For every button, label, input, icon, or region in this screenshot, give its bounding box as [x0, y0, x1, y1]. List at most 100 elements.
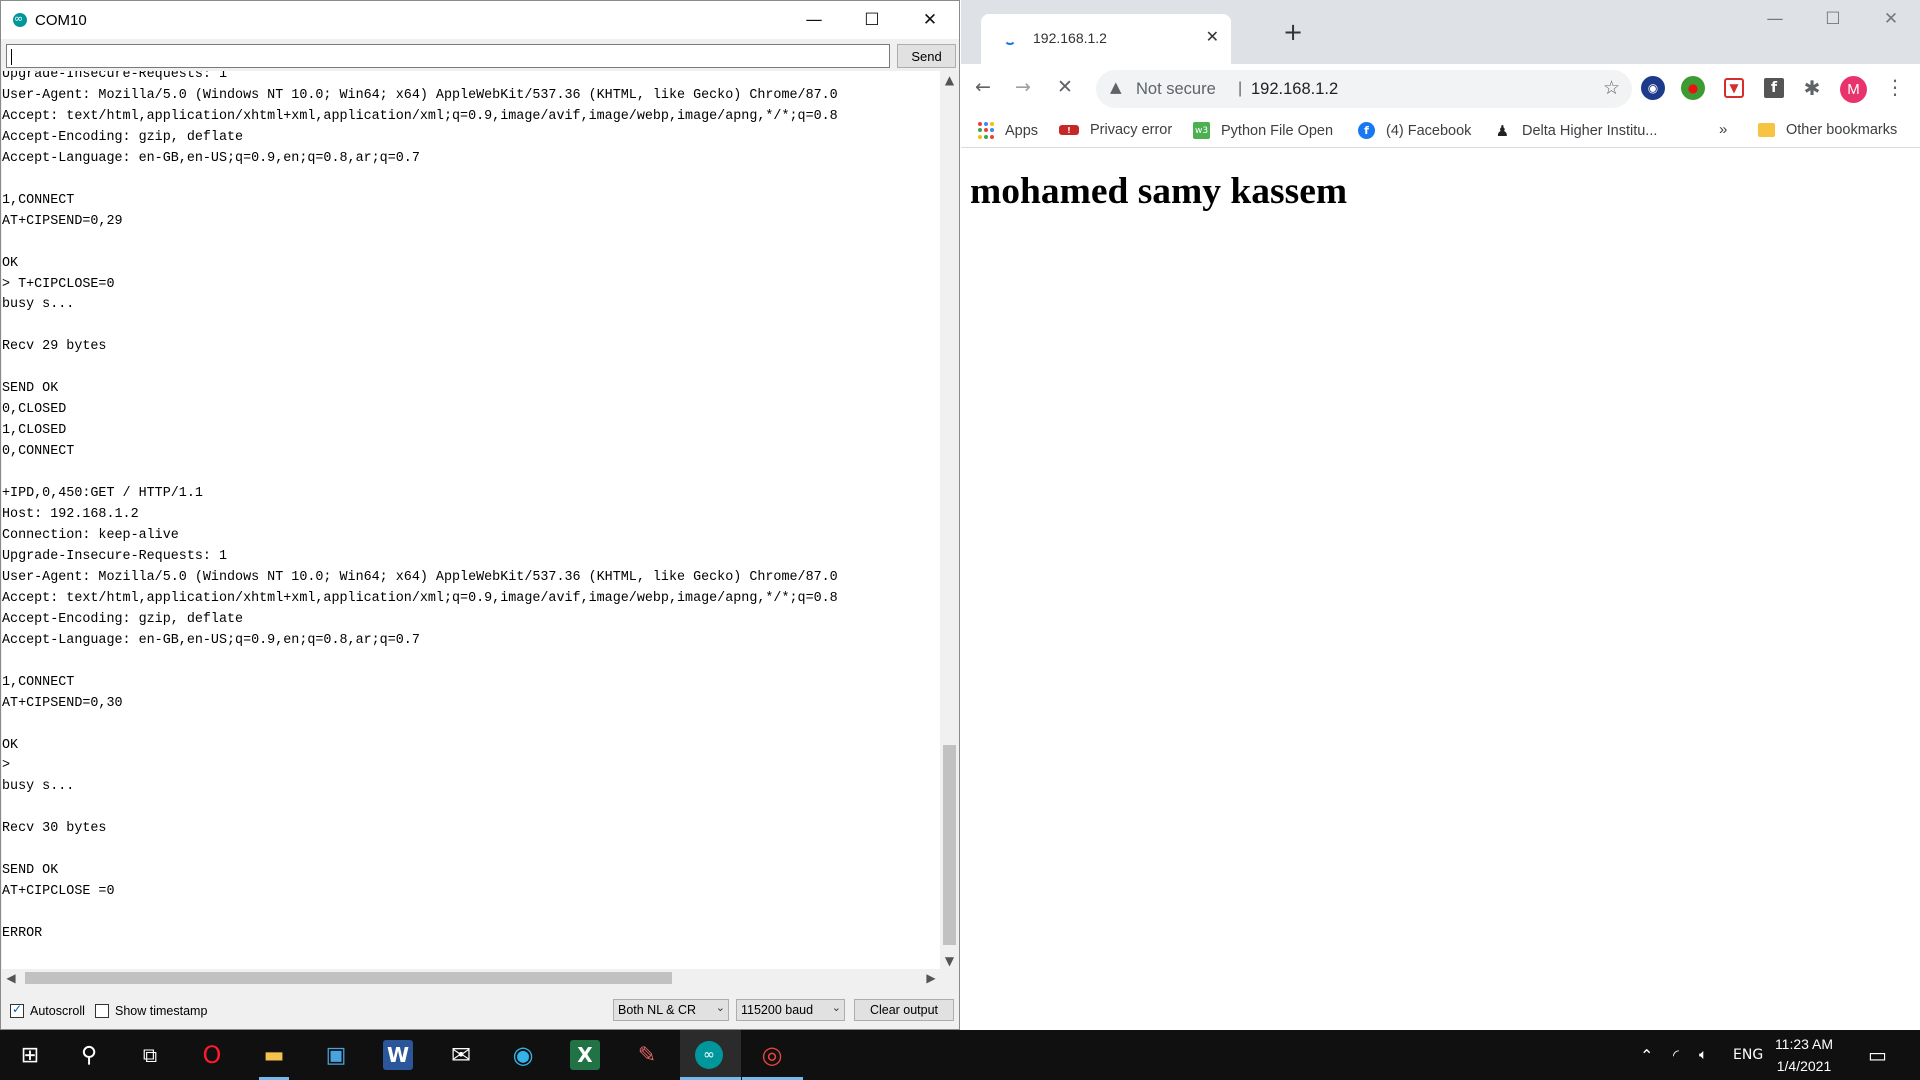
tab-title: 192.168.1.2: [1033, 30, 1107, 46]
scroll-down-icon[interactable]: ▼: [940, 952, 959, 969]
scroll-thumb[interactable]: [943, 745, 956, 945]
excel-icon[interactable]: X: [570, 1040, 600, 1070]
extensions-puzzle-icon[interactable]: ✱: [1800, 76, 1824, 100]
bookmark-label: Delta Higher Institu...: [1522, 122, 1658, 139]
clock-time: 11:23 AM: [1774, 1036, 1834, 1052]
tab-close-icon[interactable]: ✕: [1206, 27, 1219, 46]
paint-icon[interactable]: ✎: [632, 1040, 662, 1070]
mail-icon[interactable]: ✉: [446, 1040, 476, 1070]
arduino-icon: [13, 12, 27, 27]
bookmark-star-icon[interactable]: ☆: [1603, 77, 1620, 99]
hscroll-thumb[interactable]: [25, 972, 672, 984]
clock-date: 1/4/2021: [1776, 1058, 1832, 1074]
maximize-icon[interactable]: ☐: [1804, 0, 1862, 38]
more-menu-icon[interactable]: ⋮: [1885, 75, 1905, 99]
folder-icon: [1758, 123, 1775, 137]
autoscroll-checkbox[interactable]: [10, 1002, 24, 1018]
window-controls: — ☐ ✕: [1746, 0, 1920, 38]
text-caret: [11, 49, 12, 65]
line-ending-select[interactable]: Both NL & CR ⌄: [613, 999, 729, 1021]
autoscroll-label: Autoscroll: [30, 1004, 85, 1018]
bookmark-python-file-open[interactable]: w3 Python File Open: [1193, 122, 1333, 139]
stop-loading-icon[interactable]: ✕: [1057, 76, 1073, 98]
bookmark-label: Other bookmarks: [1786, 122, 1898, 138]
chrome-taskbar-icon[interactable]: ◎: [757, 1040, 787, 1070]
bookmarks-bar: Apps ! Privacy error w3 Python File Open…: [961, 114, 1920, 148]
task-view-icon[interactable]: ⧉: [135, 1040, 165, 1070]
bookmark-delta[interactable]: ♟ Delta Higher Institu...: [1494, 122, 1658, 140]
extension-globe-icon[interactable]: ●: [1681, 76, 1705, 100]
horizontal-scrollbar[interactable]: ◀ ▶: [2, 969, 940, 987]
chrome-window: 192.168.1.2 ✕ + — ☐ ✕ ← → ✕ ▲ Not secure…: [961, 0, 1920, 1030]
bookmark-facebook[interactable]: f (4) Facebook: [1358, 122, 1471, 139]
other-bookmarks[interactable]: Other bookmarks: [1758, 122, 1897, 138]
bookmark-apps[interactable]: Apps: [977, 122, 1038, 139]
maximize-icon[interactable]: ☐: [843, 1, 901, 39]
line-ending-value: Both NL & CR: [618, 1003, 697, 1017]
word-icon[interactable]: W: [383, 1040, 413, 1070]
address-bar[interactable]: ▲ Not secure | 192.168.1.2 ☆: [1096, 70, 1632, 108]
chevron-down-icon: ⌄: [715, 1001, 725, 1014]
bookmarks-overflow[interactable]: »: [1719, 121, 1727, 138]
security-status[interactable]: Not secure: [1136, 80, 1216, 99]
facebook-icon: f: [1358, 122, 1375, 139]
clear-output-button[interactable]: Clear output: [854, 999, 954, 1021]
bookmark-label: Python File Open: [1221, 122, 1334, 139]
window-controls: — ☐ ✕: [785, 1, 959, 39]
vertical-scrollbar[interactable]: ▲ ▼: [940, 71, 959, 969]
close-icon[interactable]: ✕: [1862, 0, 1920, 38]
file-explorer-icon[interactable]: ▬: [259, 1040, 289, 1070]
serial-bottom-bar: Autoscroll Show timestamp Both NL & CR ⌄…: [1, 991, 959, 1029]
serial-output[interactable]: Upgrade-Insecure-Requests: 1 User-Agent:…: [2, 71, 940, 969]
omnibox-separator: |: [1238, 80, 1243, 97]
tab-active[interactable]: 192.168.1.2 ✕: [981, 14, 1231, 64]
windows-start-icon[interactable]: ⊞: [15, 1040, 45, 1070]
back-icon[interactable]: ←: [975, 76, 991, 98]
apps-grid-icon: [977, 122, 994, 139]
send-button[interactable]: Send: [897, 44, 956, 68]
error-page-icon: !: [1059, 125, 1079, 135]
baud-select[interactable]: 115200 baud ⌄: [736, 999, 845, 1021]
tray-chevron-icon[interactable]: ⌃: [1640, 1030, 1653, 1080]
arduino-taskbar-icon[interactable]: ∞: [695, 1041, 723, 1069]
system-clock[interactable]: 11:23 AM 1/4/2021: [1764, 1033, 1844, 1077]
bookmark-label: (4) Facebook: [1386, 122, 1472, 139]
profile-avatar[interactable]: M: [1840, 76, 1867, 103]
edge-icon[interactable]: ◉: [508, 1040, 538, 1070]
send-row: Send: [6, 44, 956, 68]
minimize-icon[interactable]: —: [785, 1, 843, 39]
close-icon[interactable]: ✕: [901, 1, 959, 39]
send-input[interactable]: [6, 44, 890, 68]
scroll-right-icon[interactable]: ▶: [922, 969, 940, 987]
extension-pocket-icon[interactable]: ▼: [1724, 78, 1744, 98]
serial-titlebar[interactable]: COM10 — ☐ ✕: [1, 1, 959, 39]
warning-icon: ▲: [1110, 78, 1122, 96]
serial-output-text: Upgrade-Insecure-Requests: 1 User-Agent:…: [2, 71, 838, 942]
scroll-up-icon[interactable]: ▲: [940, 71, 959, 88]
search-icon[interactable]: ⚲: [74, 1040, 104, 1070]
timestamp-checkbox[interactable]: [95, 1004, 109, 1018]
language-indicator[interactable]: ENG: [1733, 1030, 1763, 1080]
opera-icon[interactable]: O: [197, 1040, 227, 1070]
network-icon[interactable]: ◜: [1673, 1030, 1679, 1080]
bookmark-privacy-error[interactable]: ! Privacy error: [1059, 122, 1172, 138]
w3schools-icon: w3: [1193, 122, 1210, 139]
extension-facebook-icon[interactable]: f: [1764, 78, 1784, 98]
window-title: COM10: [35, 11, 87, 29]
timestamp-label: Show timestamp: [115, 1004, 208, 1018]
forward-icon[interactable]: →: [1015, 76, 1031, 98]
loading-spinner-icon: [1004, 33, 1016, 45]
volume-icon[interactable]: 🔈︎: [1699, 1030, 1707, 1080]
scroll-left-icon[interactable]: ◀: [2, 969, 20, 987]
notifications-icon[interactable]: ▭: [1868, 1030, 1887, 1080]
new-tab-icon[interactable]: +: [1283, 18, 1303, 46]
extension-shield-icon[interactable]: ◉: [1641, 76, 1665, 100]
store-icon[interactable]: ▣: [321, 1040, 351, 1070]
page-heading: mohamed samy kassem: [970, 171, 1348, 212]
url-text[interactable]: 192.168.1.2: [1251, 80, 1338, 99]
bookmark-label: Apps: [1005, 122, 1039, 139]
baud-value: 115200 baud: [741, 1003, 814, 1017]
windows-taskbar: ⊞ ⚲ ⧉ O ▬ ▣ W ✉ ◉ X ✎ ∞ ◎ ⌃ ◜ 🔈︎ ENG 11:…: [0, 1030, 1920, 1080]
minimize-icon[interactable]: —: [1746, 0, 1804, 38]
serial-monitor-window: COM10 — ☐ ✕ Send Upgrade-Insecure-Reques…: [0, 0, 960, 1030]
